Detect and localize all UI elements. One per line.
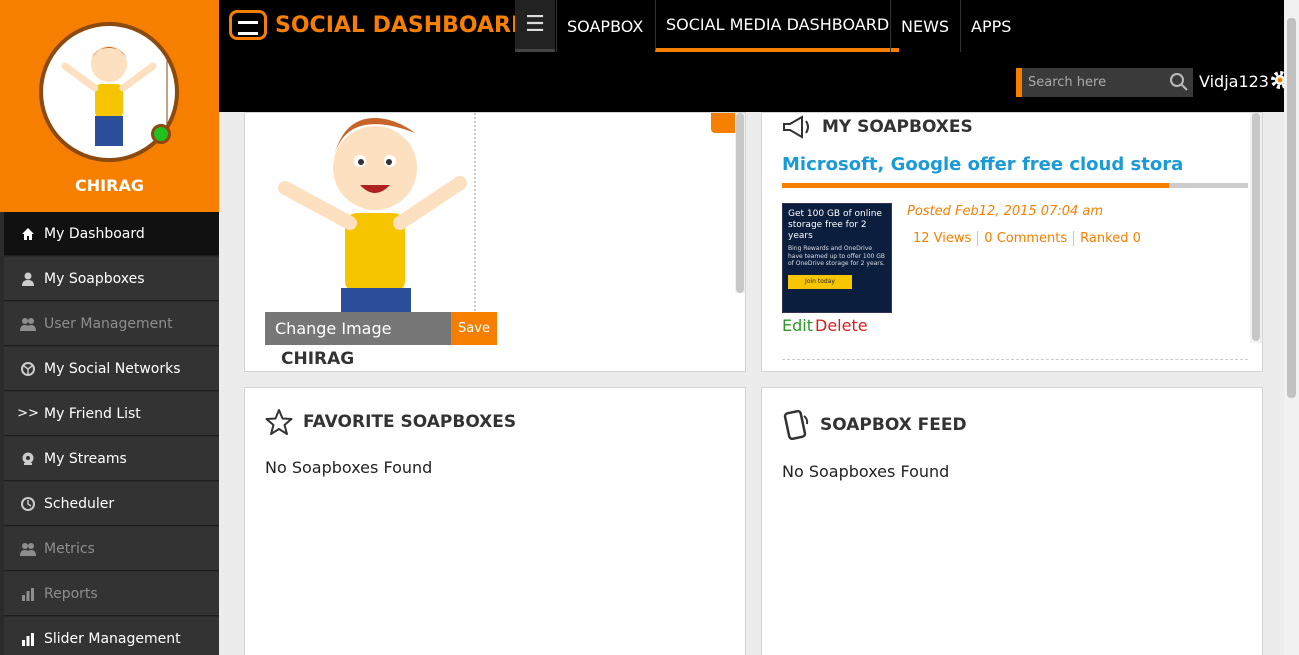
panel-title: MY SOAPBOXES (822, 117, 973, 137)
sidebar-item-label: My Social Networks (44, 360, 181, 377)
sidebar-item-label: Scheduler (44, 495, 115, 512)
user-icon (20, 271, 36, 287)
sidebar-item-label: My Soapboxes (44, 270, 145, 287)
post-date: Posted Feb12, 2015 07:04 am (907, 204, 1104, 219)
sidebar-item-label: My Streams (44, 450, 127, 467)
nav-social-media-dashboard[interactable]: SOCIAL MEDIA DASHBOARD (655, 0, 900, 52)
panel-header: MY SOAPBOXES (782, 115, 973, 139)
delete-link[interactable]: Delete (815, 316, 868, 335)
page-scrollbar[interactable] (1284, 0, 1299, 655)
sidebar-item-user-management[interactable]: User Management (4, 302, 219, 346)
edit-link[interactable]: Edit (782, 316, 813, 335)
sidebar-item-reports[interactable]: Reports (4, 572, 219, 616)
sidebar-item-slider-management[interactable]: Slider Management (4, 617, 219, 655)
soapbox-post-link[interactable]: Microsoft, Google offer free cloud stora… (782, 154, 1182, 175)
sidebar-item-my-social-networks[interactable]: My Social Networks (4, 347, 219, 391)
panel-title: FAVORITE SOAPBOXES (303, 412, 517, 432)
users-icon (20, 316, 36, 332)
views-count: 12 Views (907, 231, 979, 246)
post-progress-bar (782, 183, 1248, 188)
bar-chart-icon (20, 586, 36, 602)
clock-icon (20, 496, 36, 512)
username[interactable]: Vidja123 (1199, 72, 1269, 91)
phone-icon (783, 410, 809, 440)
panel-header: SOAPBOX FEED (782, 410, 967, 440)
profile-image (265, 113, 495, 345)
sidebar-item-label: My Dashboard (44, 225, 145, 242)
profile-header: CHIRAG (0, 0, 219, 212)
sidebar-item-label: Reports (44, 585, 98, 602)
logo-text: SOCIAL DASHBOARD (275, 12, 530, 38)
logo-mark-icon (229, 10, 267, 40)
profile-name: CHIRAG (75, 176, 144, 195)
nav-apps[interactable]: APPS (960, 0, 1021, 52)
change-image-button[interactable]: Change Image (265, 319, 451, 338)
profile-panel: Change Image Save CHIRAG (244, 112, 746, 372)
globe-icon (20, 361, 36, 377)
nav-news[interactable]: NEWS (890, 0, 959, 52)
sidebar: CHIRAG My Dashboard My Soapboxes User Ma… (0, 0, 219, 655)
search-box (1016, 68, 1193, 97)
sidebar-item-label: Slider Management (44, 630, 181, 647)
megaphone-icon (783, 115, 809, 139)
favorite-soapboxes-panel: FAVORITE SOAPBOXES No Soapboxes Found (244, 387, 746, 655)
star-icon (265, 409, 293, 435)
soapbox-feed-panel: SOAPBOX FEED No Soapboxes Found (761, 387, 1263, 655)
logo[interactable]: SOCIAL DASHBOARD (229, 10, 529, 40)
rank-value: Ranked 0 (1080, 231, 1141, 246)
search-icon[interactable] (1169, 72, 1189, 92)
panel-scrollbar[interactable] (1250, 113, 1262, 343)
post-stats: 12 Views 0 Comments Ranked 0 (907, 231, 1147, 246)
sidebar-item-metrics[interactable]: Metrics (4, 527, 219, 571)
post-thumbnail[interactable]: Get 100 GB of online storage free for 2 … (782, 203, 892, 313)
my-soapboxes-panel: MY SOAPBOXES Microsoft, Google offer fre… (761, 112, 1263, 372)
top-bar: SOCIAL DASHBOARD ☰ SOAPBOX SOCIAL MEDIA … (219, 0, 1289, 112)
home-icon (20, 226, 36, 242)
panel-header: FAVORITE SOAPBOXES (265, 408, 516, 436)
profile-caption: CHIRAG (281, 349, 355, 369)
change-image-bar: Change Image Save (265, 312, 497, 345)
edit-icon[interactable] (711, 113, 735, 133)
panel-scrollbar-thumb[interactable] (736, 113, 744, 293)
panel-scrollbar-thumb[interactable] (1252, 113, 1260, 341)
empty-message: No Soapboxes Found (782, 462, 950, 481)
scrollbar-thumb[interactable] (1287, 18, 1296, 398)
sidebar-item-label: Metrics (44, 540, 95, 557)
nav-soapbox[interactable]: SOAPBOX (556, 0, 653, 52)
bar-chart-icon (20, 631, 36, 647)
sidebar-item-label: User Management (44, 315, 173, 332)
webcam-icon (20, 451, 36, 467)
divider (782, 359, 1248, 360)
panel-scrollbar[interactable] (735, 113, 745, 293)
sidebar-item-label: My Friend List (44, 405, 141, 422)
sidebar-item-my-dashboard[interactable]: My Dashboard (4, 212, 219, 256)
sidebar-item-my-friend-list[interactable]: >> My Friend List (4, 392, 219, 436)
empty-message: No Soapboxes Found (265, 458, 433, 477)
save-button[interactable]: Save (451, 312, 497, 345)
sidebar-item-scheduler[interactable]: Scheduler (4, 482, 219, 526)
search-input[interactable] (1022, 75, 1162, 90)
comments-count[interactable]: 0 Comments (978, 231, 1075, 246)
users-icon (20, 541, 36, 557)
menu-icon[interactable]: ☰ (515, 0, 555, 52)
post-progress-fill (782, 183, 1169, 188)
online-status-dot (151, 124, 171, 144)
double-chevron-right-icon: >> (17, 406, 39, 421)
panel-title: SOAPBOX FEED (820, 415, 967, 435)
sidebar-item-my-streams[interactable]: My Streams (4, 437, 219, 481)
sidebar-item-my-soapboxes[interactable]: My Soapboxes (4, 257, 219, 301)
